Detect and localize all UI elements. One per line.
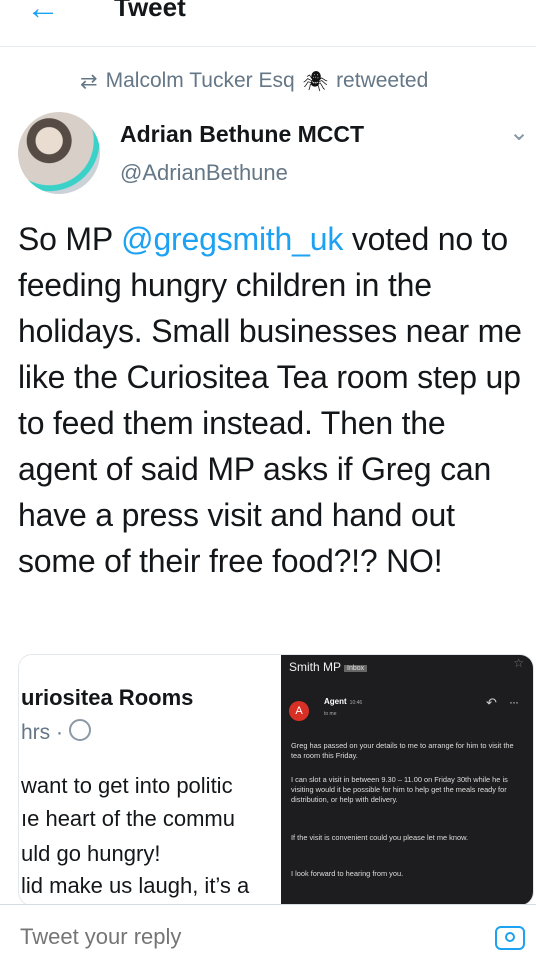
email-sender: Agent 10:46 (324, 697, 362, 706)
email-screenshot: Smith MP Inbox ☆ A Agent 10:46 to me ↶ ···… (281, 655, 533, 905)
post-line: want to get into politic (21, 773, 233, 798)
inbox-tag: Inbox (344, 665, 368, 672)
email-subject-text: Smith MP (289, 660, 342, 674)
retweeter-name[interactable]: Malcolm Tucker Esq (106, 69, 295, 93)
post-line: uld go hungry! (21, 841, 161, 866)
sender-name: Agent (324, 697, 347, 706)
reply-bar (0, 904, 536, 961)
tweet-media[interactable]: uriositea Rooms hrs · want to get into p… (18, 654, 534, 906)
star-icon: ☆ (513, 656, 524, 670)
tweet-text-rest: voted no to feeding hungry children in t… (18, 221, 522, 579)
post-author: uriositea Rooms (21, 685, 194, 710)
email-paragraph: I can slot a visit in between 9.30 – 11.… (291, 775, 508, 804)
chevron-down-icon[interactable]: ⌄ (509, 121, 533, 145)
retweet-context: ⇄ Malcolm Tucker Esq 🕷 retweeted (80, 66, 428, 96)
email-paragraph: Greg has passed on your details to me to… (291, 741, 514, 760)
post-line: lid make us laugh, it’s a (21, 873, 250, 898)
email-paragraph: If the visit is convenient could you ple… (291, 833, 469, 842)
top-bar: ← Tweet (0, 0, 536, 47)
reply-input[interactable] (18, 923, 442, 951)
sender-avatar: A (289, 701, 309, 721)
page-title: Tweet (114, 0, 186, 22)
email-paragraph: I look forward to hearing from you. (291, 869, 404, 878)
post-line: ıe heart of the commu (21, 806, 235, 831)
spider-emoji-icon: 🕷 (302, 70, 329, 93)
avatar[interactable] (18, 112, 100, 194)
tweet-text: So MP @gregsmith_uk voted no to feeding … (18, 216, 528, 584)
camera-icon[interactable] (495, 926, 525, 950)
post-time: hrs · (21, 721, 63, 744)
retweet-label: retweeted (336, 69, 429, 92)
mention-link[interactable]: @gregsmith_uk (121, 221, 343, 257)
email-recipient: to me (324, 711, 337, 717)
email-subject: Smith MP Inbox (289, 660, 368, 674)
reply-icon: ↶ (486, 695, 497, 710)
tweet-text-start: So MP (18, 221, 122, 257)
post-meta: hrs · (21, 719, 91, 745)
retweet-icon: ⇄ (80, 69, 98, 93)
author-handle[interactable]: @AdrianBethune (120, 160, 288, 186)
author-name[interactable]: Adrian Bethune MCCT (120, 121, 364, 148)
arrow-left-icon[interactable]: ← (26, 0, 66, 28)
facebook-post-screenshot: uriositea Rooms hrs · want to get into p… (19, 655, 281, 905)
email-time: 10:46 (349, 700, 363, 706)
globe-icon (68, 719, 91, 741)
more-icon: ··· (509, 695, 519, 709)
